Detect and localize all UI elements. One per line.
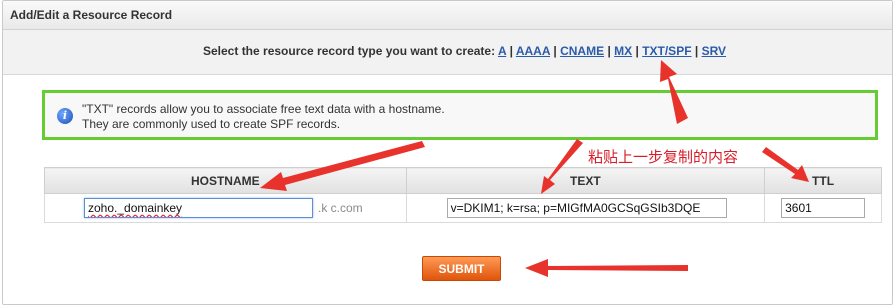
- domain-suffix: .k c.com: [318, 201, 363, 215]
- ttl-input[interactable]: 3601: [781, 198, 866, 218]
- separator: |: [553, 44, 557, 58]
- table-header-row: HOSTNAME TEXT TTL: [44, 167, 882, 194]
- ttl-header: TTL: [764, 167, 882, 194]
- txt-info-box: i "TXT" records allow you to associate f…: [42, 90, 878, 140]
- separator: |: [694, 44, 699, 58]
- separator: |: [607, 44, 611, 58]
- text-header: TEXT: [405, 167, 766, 194]
- panel-title: Add/Edit a Resource Record: [10, 8, 173, 22]
- record-type-selector: Select the resource record type you want…: [3, 30, 892, 75]
- type-link-txt-spf[interactable]: TXT/SPF: [642, 44, 691, 58]
- hostname-input[interactable]: zoho._domainkey: [84, 198, 313, 218]
- type-link-srv[interactable]: SRV: [702, 44, 726, 58]
- text-cell: v=DKIM1; k=rsa; p=MIGfMA0GCSqGSIb3DQE: [405, 193, 766, 223]
- info-text-line-1: "TXT" records allow you to associate fre…: [82, 102, 445, 116]
- type-link-aaaa[interactable]: AAAA: [516, 44, 550, 58]
- hostname-header: HOSTNAME: [44, 167, 407, 194]
- type-link-mx[interactable]: MX: [614, 44, 632, 58]
- hostname-value: zoho._domainkey: [88, 201, 183, 215]
- separator: |: [509, 44, 513, 58]
- record-table: HOSTNAME TEXT TTL zoho._domainkey .k c.c…: [44, 167, 882, 223]
- record-type-prompt: Select the resource record type you want…: [203, 44, 726, 58]
- info-text-line-2: They are commonly used to create SPF rec…: [82, 117, 341, 131]
- separator: |: [635, 44, 639, 58]
- annotation-note: 粘贴上一步复制的内容: [588, 148, 739, 166]
- submit-button[interactable]: SUBMIT: [422, 256, 501, 281]
- table-row: zoho._domainkey .k c.com v=DKIM1; k=rsa;…: [44, 193, 882, 223]
- hostname-cell: zoho._domainkey .k c.com: [44, 193, 407, 223]
- type-link-cname[interactable]: CNAME: [560, 44, 604, 58]
- info-icon: i: [57, 108, 73, 124]
- txt-value-input[interactable]: v=DKIM1; k=rsa; p=MIGfMA0GCSqGSIb3DQE: [446, 198, 727, 218]
- ttl-cell: 3601: [764, 193, 882, 223]
- type-link-a[interactable]: A: [498, 44, 506, 58]
- panel-header: Add/Edit a Resource Record: [3, 1, 892, 30]
- record-type-prompt-text: Select the resource record type you want…: [203, 44, 496, 58]
